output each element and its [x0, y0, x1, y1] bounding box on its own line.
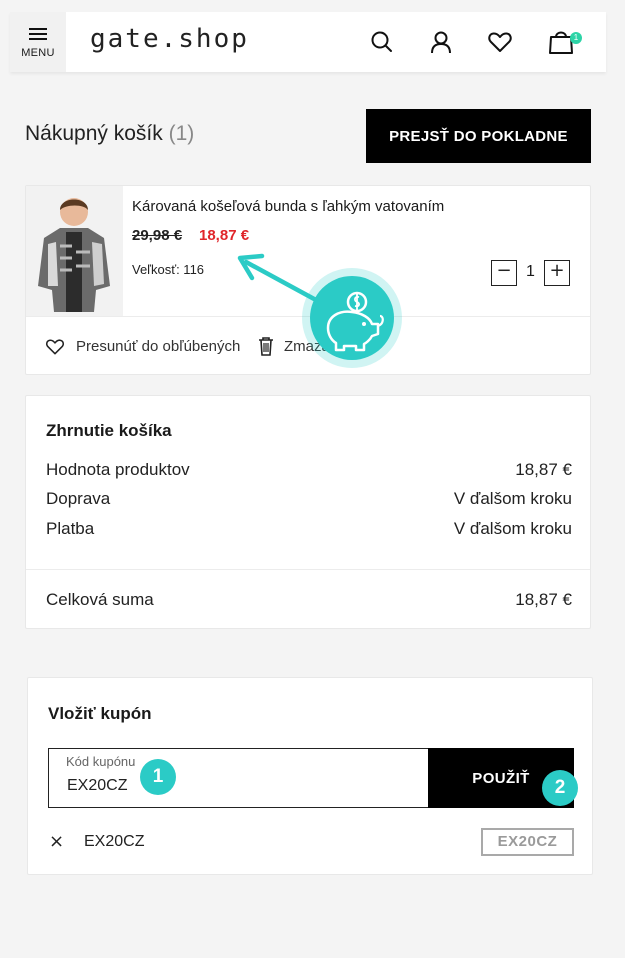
- cart-count-badge: 1: [570, 32, 582, 44]
- cart-summary-card: Zhrnutie košíka Hodnota produktov 18,87 …: [25, 395, 591, 629]
- coupon-title: Vložiť kupón: [48, 704, 152, 723]
- cart-button[interactable]: 1: [546, 26, 582, 58]
- summary-title: Zhrnutie košíka: [46, 421, 172, 440]
- summary-row-value: 18,87 €: [515, 460, 572, 479]
- piggy-bank-icon: [326, 291, 384, 352]
- product-name[interactable]: Károvaná košeľová bunda s ľahkým vatovan…: [132, 198, 444, 215]
- cart-title-text: Nákupný košík: [25, 122, 163, 145]
- summary-total-row: Celková suma 18,87 €: [46, 590, 572, 610]
- checkout-button[interactable]: PREJSŤ DO POKLADNE: [366, 109, 591, 163]
- menu-label: MENU: [21, 47, 55, 59]
- summary-row-label: Platba: [46, 519, 95, 538]
- piggy-bank-badge: [310, 276, 394, 360]
- user-icon[interactable]: [427, 28, 455, 56]
- heart-icon: [45, 339, 65, 355]
- summary-row: Platba V ďalšom kroku: [46, 519, 572, 539]
- remove-coupon-button[interactable]: ×: [49, 831, 64, 852]
- cart-title-count: (1): [168, 122, 195, 145]
- summary-row-label: Hodnota produktov: [46, 460, 190, 479]
- summary-row: Hodnota produktov 18,87 €: [46, 460, 572, 480]
- site-logo[interactable]: gate.shop: [90, 24, 249, 54]
- menu-icon: [29, 25, 47, 43]
- arrow-icon: [237, 253, 319, 303]
- move-to-favorites-link[interactable]: Presunúť do obľúbených: [44, 336, 240, 356]
- coupon-field[interactable]: Kód kupónu: [48, 748, 429, 808]
- product-image[interactable]: [26, 186, 123, 316]
- quantity-decrease-button[interactable]: −: [491, 260, 517, 286]
- summary-row-value: V ďalšom kroku: [453, 489, 572, 508]
- sale-price: 18,87 €: [199, 227, 250, 244]
- coupon-input[interactable]: [67, 777, 367, 795]
- summary-row: Doprava V ďalšom kroku: [46, 489, 572, 509]
- quantity-increase-button[interactable]: +: [544, 260, 570, 286]
- total-label: Celková suma: [46, 590, 154, 609]
- trash-icon: [259, 337, 273, 356]
- total-value: 18,87 €: [515, 590, 572, 609]
- coupon-field-label: Kód kupónu: [66, 754, 136, 769]
- step-marker-2: 2: [542, 770, 578, 806]
- divider: [26, 569, 590, 570]
- step-marker-1: 1: [140, 759, 176, 795]
- applied-coupon-badge: EX20CZ: [481, 828, 574, 856]
- applied-coupon-code: EX20CZ: [84, 833, 145, 850]
- move-to-favorites-label: Presunúť do obľúbených: [76, 337, 241, 355]
- coupon-card: Vložiť kupón Kód kupónu POUŽIŤ × EX20CZ …: [27, 677, 593, 875]
- search-icon[interactable]: [368, 28, 396, 56]
- heart-icon[interactable]: [486, 28, 514, 56]
- size-label: Veľkosť: 116: [132, 262, 205, 277]
- quantity-value: 1: [526, 263, 535, 280]
- page-title: Nákupný košík (1): [25, 122, 194, 146]
- site-header: MENU gate.shop 1: [10, 12, 606, 72]
- summary-row-label: Doprava: [46, 489, 111, 508]
- summary-row-value: V ďalšom kroku: [453, 519, 572, 538]
- menu-button[interactable]: MENU: [10, 12, 66, 72]
- old-price: 29,98 €: [132, 227, 183, 244]
